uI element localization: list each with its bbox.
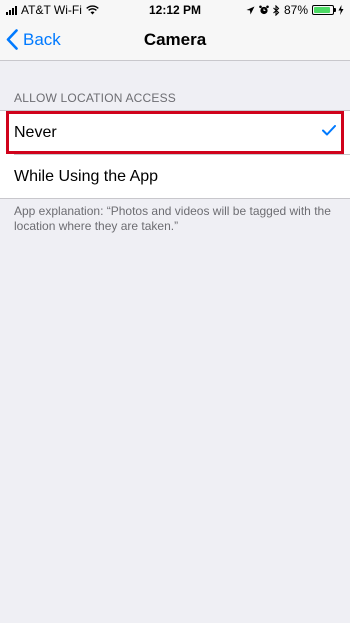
status-right: 87% — [246, 3, 344, 17]
section-header: ALLOW LOCATION ACCESS — [14, 91, 177, 105]
battery-icon — [312, 5, 336, 15]
page-title: Camera — [143, 30, 207, 49]
navigation-bar: Back Camera — [0, 20, 350, 61]
checkmark-icon — [322, 125, 336, 136]
alarm-clock-icon — [259, 5, 269, 15]
status-bar: AT&T Wi-Fi 12:12 PM 87% — [0, 0, 350, 20]
option-never[interactable]: Never — [6, 111, 344, 154]
option-label: Never — [14, 123, 57, 141]
battery-percent: 87% — [283, 3, 308, 17]
charging-bolt-icon — [338, 5, 344, 15]
location-arrow-icon — [246, 6, 255, 14]
footer-explanation: App explanation: “Photos and videos will… — [14, 204, 331, 233]
battery-fill — [314, 7, 330, 13]
option-while-using[interactable]: While Using the App — [0, 155, 350, 198]
location-options-group: Never While Using the App — [0, 110, 350, 199]
bluetooth-icon — [273, 4, 280, 16]
option-label: While Using the App — [14, 167, 159, 185]
